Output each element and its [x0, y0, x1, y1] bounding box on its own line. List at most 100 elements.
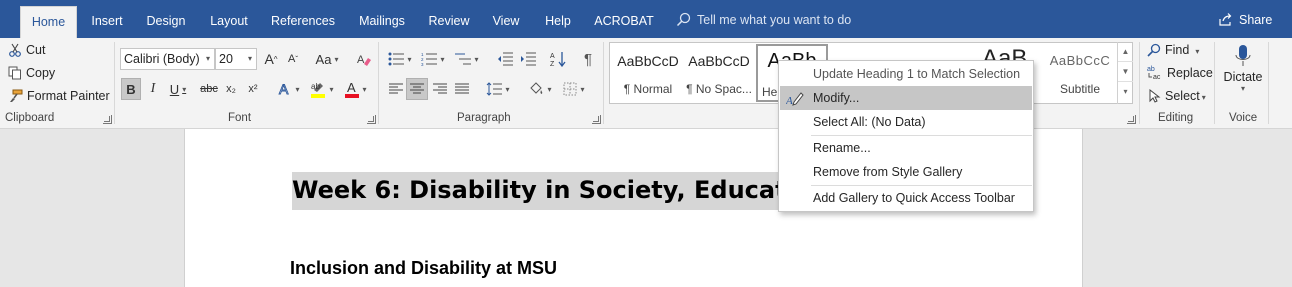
style-name: ¶ No Spac... [686, 82, 752, 96]
decrease-indent-button[interactable] [495, 48, 515, 70]
svg-text:ac: ac [1153, 74, 1161, 80]
text-effects-icon: A [279, 81, 290, 97]
style-normal[interactable]: AaBbCcD ¶ Normal [613, 43, 683, 103]
grow-font-button[interactable]: A ^ [262, 48, 280, 70]
style-subtitle[interactable]: AaBbCcC Subtitle [1042, 43, 1118, 103]
search-icon [676, 12, 691, 27]
font-size-value: 20 [219, 52, 233, 66]
text-effects-button[interactable]: A [276, 78, 302, 100]
tab-acrobat[interactable]: ACROBAT [590, 6, 658, 38]
format-painter-button[interactable]: Format Painter [8, 86, 110, 106]
share-button[interactable]: Share [1218, 6, 1272, 34]
menu-item-select-all[interactable]: Select All: (No Data) [780, 110, 1032, 134]
gallery-more-icon[interactable]: ▾ [1118, 82, 1133, 102]
replace-label: Replace [1167, 66, 1213, 80]
replace-button[interactable]: ab ac Replace [1147, 63, 1213, 83]
subscript-button[interactable]: x₂ [222, 78, 240, 100]
menu-item-rename[interactable]: Rename... [780, 136, 1032, 160]
style-context-menu: Update Heading 1 to Match Selection A Mo… [778, 60, 1034, 212]
numbered-list-icon: 123 [421, 52, 438, 66]
increase-indent-button[interactable] [518, 48, 538, 70]
group-divider [1214, 42, 1215, 124]
menu-item-add-to-quick-access[interactable]: Add Gallery to Quick Access Toolbar [780, 186, 1032, 210]
svg-text:A: A [357, 54, 365, 66]
tab-view[interactable]: View [486, 6, 526, 38]
document-heading[interactable]: Week 6: Disability in Society, Education [292, 172, 831, 210]
clear-formatting-button[interactable]: A [354, 48, 374, 70]
tell-me-box[interactable]: Tell me what you want to do [676, 6, 851, 34]
styles-launcher-icon[interactable] [1127, 115, 1136, 124]
bullets-button[interactable] [386, 48, 414, 70]
chevron-down-icon: ▾ [1240, 84, 1245, 93]
menu-item-remove-from-gallery[interactable]: Remove from Style Gallery [780, 160, 1032, 184]
find-button[interactable]: Find ▾ [1147, 40, 1199, 60]
copy-button[interactable]: Copy [8, 63, 55, 83]
sort-icon: AZ [550, 52, 566, 67]
scroll-up-icon[interactable]: ▲ [1118, 42, 1133, 62]
group-divider [1268, 42, 1269, 124]
strikethrough-button[interactable]: abc [198, 78, 220, 100]
tab-review[interactable]: Review [423, 6, 475, 38]
font-size-combo[interactable]: 20 ▾ [215, 48, 257, 70]
document-subheading[interactable]: Inclusion and Disability at MSU [290, 258, 557, 279]
tab-mailings[interactable]: Mailings [351, 6, 413, 38]
tab-design[interactable]: Design [141, 6, 191, 38]
font-color-button[interactable]: A [342, 78, 370, 100]
styles-gallery-scroller: ▲ ▼ ▾ [1117, 42, 1133, 104]
tab-layout[interactable]: Layout [202, 6, 256, 38]
tab-home[interactable]: Home [20, 6, 77, 38]
align-left-button[interactable] [386, 78, 406, 100]
font-name-value: Calibri (Body) [124, 52, 200, 66]
cut-button[interactable]: Cut [8, 40, 45, 60]
justify-button[interactable] [452, 78, 472, 100]
scroll-down-icon[interactable]: ▼ [1118, 62, 1133, 82]
font-name-combo[interactable]: Calibri (Body) ▾ [120, 48, 215, 70]
align-center-button[interactable] [406, 78, 428, 100]
eraser-icon: A [357, 54, 371, 66]
bold-button[interactable]: B [121, 78, 141, 100]
font-launcher-icon[interactable] [367, 115, 376, 124]
svg-text:A: A [347, 80, 356, 95]
change-case-button[interactable]: Aa [312, 48, 342, 70]
share-icon [1219, 13, 1232, 26]
copy-label: Copy [26, 66, 56, 80]
tab-insert[interactable]: Insert [83, 6, 131, 38]
outdent-icon [498, 52, 513, 66]
shrink-font-button[interactable]: Aˇ [284, 48, 302, 70]
numbering-button[interactable]: 123 [419, 48, 447, 70]
style-sample: AaBbCcD [617, 53, 679, 69]
paint-bucket-icon [530, 82, 543, 94]
line-spacing-icon [487, 82, 503, 96]
sort-button[interactable]: AZ [548, 48, 568, 70]
multilevel-list-button[interactable] [453, 48, 481, 70]
borders-icon [563, 82, 577, 96]
font-group-label: Font [228, 112, 252, 124]
superscript-button[interactable]: x² [244, 78, 262, 100]
select-button[interactable]: Select ▾ [1147, 86, 1206, 106]
document-canvas: Week 6: Disability in Society, Education… [0, 129, 1292, 287]
svg-text:3: 3 [421, 62, 424, 66]
show-formatting-marks-button[interactable]: ¶ [578, 48, 598, 70]
shrink-font-icon: A [287, 53, 296, 65]
italic-button[interactable]: I [144, 78, 162, 100]
line-spacing-button[interactable] [484, 78, 512, 100]
align-right-button[interactable] [430, 78, 450, 100]
svg-text:ab: ab [311, 82, 320, 91]
borders-button[interactable] [560, 78, 588, 100]
menu-item-update-heading[interactable]: Update Heading 1 to Match Selection [780, 62, 1032, 86]
highlight-color-button[interactable]: ab [308, 78, 336, 100]
search-icon [1147, 43, 1161, 57]
tab-help[interactable]: Help [537, 6, 579, 38]
tab-references[interactable]: References [266, 6, 340, 38]
style-sample: AaBbCcD [688, 53, 750, 69]
underline-button[interactable]: U [166, 78, 190, 100]
menu-item-modify[interactable]: A Modify... [780, 86, 1032, 110]
copy-icon [8, 66, 21, 80]
dictate-button[interactable]: Dictate ▾ [1218, 44, 1268, 106]
clipboard-launcher-icon[interactable] [103, 115, 112, 124]
style-no-spacing[interactable]: AaBbCcD ¶ No Spac... [684, 43, 754, 103]
paragraph-launcher-icon[interactable] [592, 115, 601, 124]
shading-button[interactable] [526, 78, 554, 100]
style-name: Subtitle [1059, 82, 1101, 96]
ribbon-home: Cut Copy Format Painter Clipboard Calibr… [0, 38, 1292, 129]
